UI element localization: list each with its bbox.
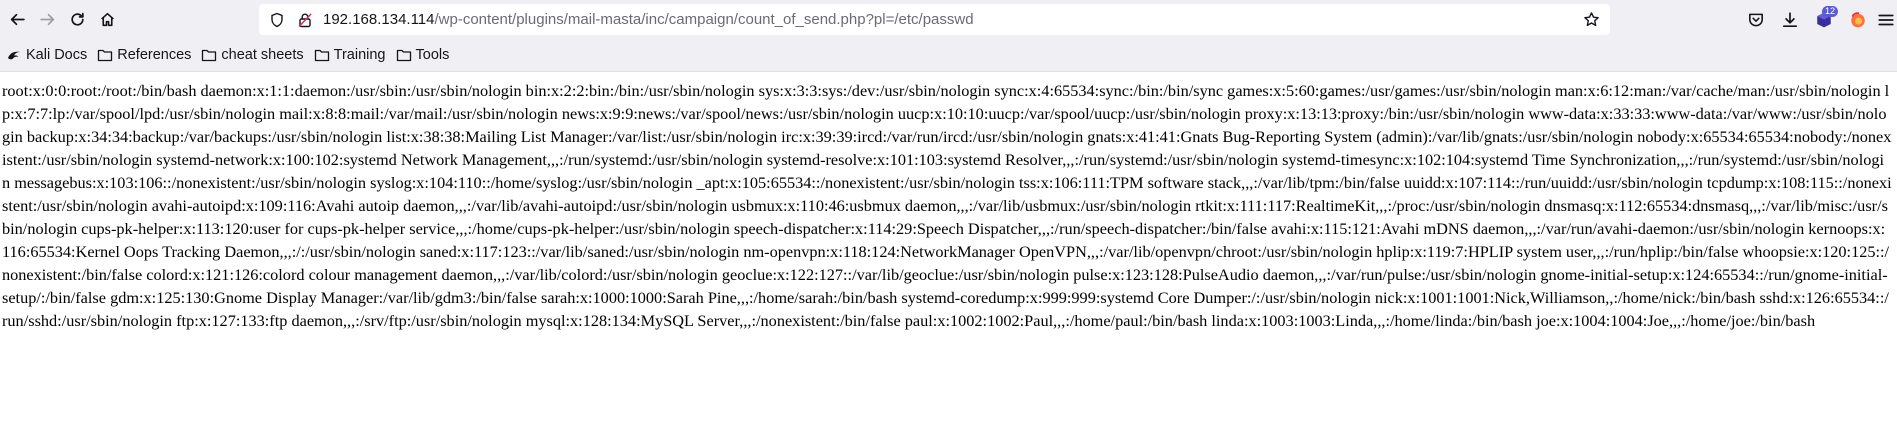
forward-button[interactable] <box>32 5 62 35</box>
nav-toolbar: 192.168.134.114/wp-content/plugins/mail-… <box>0 0 1897 39</box>
pocket-button[interactable] <box>1739 3 1773 37</box>
bookmark-folder-cheat-sheets[interactable]: cheat sheets <box>201 47 304 63</box>
url-path: /wp-content/plugins/mail-masta/inc/campa… <box>434 11 974 28</box>
home-button[interactable] <box>92 5 122 35</box>
arrow-right-icon <box>39 13 54 26</box>
back-button[interactable] <box>2 5 32 35</box>
folder-icon <box>98 49 113 62</box>
url-text[interactable]: 192.168.134.114/wp-content/plugins/mail-… <box>323 11 974 28</box>
bookmark-label: References <box>117 47 192 63</box>
kali-dragon-icon <box>8 51 20 60</box>
bookmark-label: Kali Docs <box>26 47 88 63</box>
bookmarks-toolbar: Kali Docs References cheat sheets Traini… <box>0 39 1897 72</box>
insecure-connection-icon[interactable] <box>297 12 313 28</box>
hamburger-menu-icon <box>1878 14 1894 25</box>
bookmark-kali-docs[interactable]: Kali Docs <box>6 47 87 63</box>
pocket-icon <box>1749 13 1763 26</box>
bookmark-folder-tools[interactable]: Tools <box>396 47 450 63</box>
firefox-account-button[interactable] <box>1841 3 1875 37</box>
folder-icon <box>202 49 217 62</box>
bookmark-label: Training <box>333 47 386 63</box>
page-body-text: root:x:0:0:root:/root:/bin/bash daemon:x… <box>2 81 1892 330</box>
reload-button[interactable] <box>62 5 92 35</box>
bookmark-folder-training[interactable]: Training <box>314 47 386 63</box>
bookmark-folder-references[interactable]: References <box>97 47 191 63</box>
folder-icon <box>314 49 329 62</box>
downloads-button[interactable] <box>1773 3 1807 37</box>
toolbar-right-icons: 12 <box>1739 0 1897 39</box>
bookmark-label: Tools <box>415 47 450 63</box>
url-host: 192.168.134.114 <box>323 11 435 28</box>
app-menu-button[interactable] <box>1875 3 1897 37</box>
arrow-left-icon <box>10 13 25 26</box>
firefox-icon <box>1851 11 1865 27</box>
home-icon <box>100 12 114 27</box>
download-icon <box>1782 11 1798 27</box>
url-bar[interactable]: 192.168.134.114/wp-content/plugins/mail-… <box>259 4 1610 35</box>
extension-button[interactable]: 12 <box>1807 3 1841 37</box>
tracking-protection-shield-icon[interactable] <box>269 12 285 28</box>
folder-icon <box>396 49 411 62</box>
bookmark-label: cheat sheets <box>221 47 304 63</box>
reload-icon <box>70 12 84 26</box>
extension-badge: 12 <box>1821 5 1838 17</box>
bookmark-star-icon[interactable] <box>1583 11 1600 28</box>
